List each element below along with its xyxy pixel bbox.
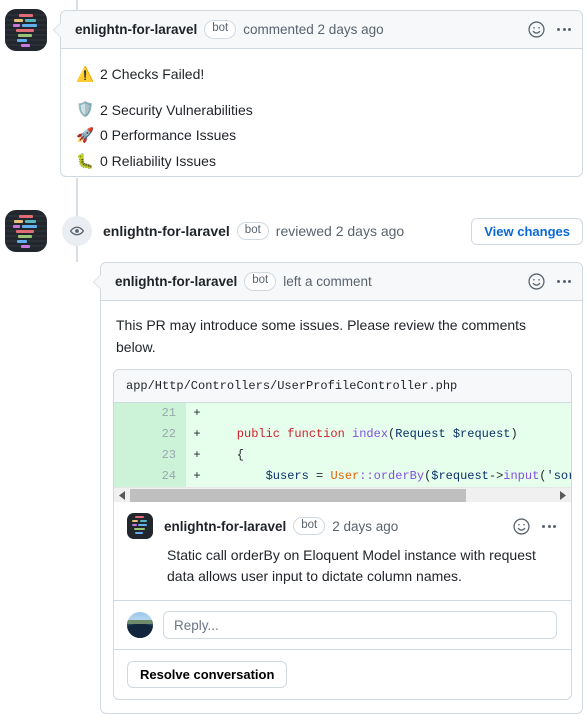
- diff-horizontal-scrollbar[interactable]: [114, 487, 571, 502]
- github-pr-conversation: enlightn-for-laravel bot commented 2 day…: [0, 0, 588, 726]
- checks-failed-text: 2 Checks Failed!: [100, 66, 205, 82]
- diff-line: 22 + public function index(Request $requ…: [114, 424, 571, 445]
- resolve-row: Resolve conversation: [114, 650, 571, 699]
- list-item: 🚀 0 Performance Issues: [76, 125, 567, 147]
- diff-line-sign: +: [193, 469, 201, 483]
- diff-line-number: 24: [114, 466, 186, 487]
- review-comment-action: left a comment: [283, 274, 372, 289]
- reliability-issues-text: 0 Reliability Issues: [100, 153, 216, 170]
- diff-line: 23 + {: [114, 445, 571, 466]
- review-comment-header-actions: [528, 273, 572, 290]
- kebab-menu-icon[interactable]: [541, 518, 557, 535]
- comment-header: enlightn-for-laravel bot commented 2 day…: [53, 11, 582, 49]
- diff-line-number: 21: [114, 403, 186, 424]
- inline-comment-author[interactable]: enlightn-for-laravel: [164, 519, 286, 534]
- scrollbar-track[interactable]: [130, 488, 555, 503]
- diff-line-sign: +: [193, 448, 201, 462]
- avatar-enlightn-bot-1[interactable]: [5, 9, 47, 51]
- diff-line-code: [208, 403, 571, 424]
- comment-header-actions: [528, 21, 572, 38]
- scrollbar-thumb[interactable]: [130, 488, 466, 502]
- review-comment-author[interactable]: enlightn-for-laravel: [115, 274, 237, 289]
- bot-badge: bot: [244, 272, 277, 291]
- list-item: 🛡️ 2 Security Vulnerabilities: [76, 100, 567, 122]
- resolve-conversation-button[interactable]: Resolve conversation: [127, 661, 288, 688]
- diff-line: 24 + $users = User::orderBy($request->in…: [114, 466, 571, 487]
- reply-row: [114, 601, 571, 650]
- inline-comment-actions: [513, 517, 557, 535]
- review-event-row: enlightn-for-laravel bot reviewed 2 days…: [62, 216, 583, 246]
- eye-icon: [62, 216, 92, 246]
- diff-line: 21 +: [114, 403, 571, 424]
- performance-issues-text: 0 Performance Issues: [100, 127, 237, 144]
- scroll-right-arrow-icon[interactable]: [555, 488, 571, 503]
- diff-line-number: 23: [114, 445, 186, 466]
- diff-thread: app/Http/Controllers/UserProfileControll…: [113, 369, 572, 700]
- security-vulnerabilities-text: 2 Security Vulnerabilities: [100, 101, 253, 118]
- diff-file-path[interactable]: app/Http/Controllers/UserProfileControll…: [114, 370, 571, 403]
- warning-emoji: ⚠️: [76, 66, 95, 83]
- diff-line-code: $users = User::orderBy($request->input('…: [208, 469, 571, 483]
- bug-emoji: 🐛: [76, 153, 95, 170]
- diff-line-code: public function index(Request $request): [208, 427, 518, 441]
- checks-list: 🛡️ 2 Security Vulnerabilities 🚀 0 Perfor…: [76, 100, 567, 173]
- view-changes-button[interactable]: View changes: [471, 217, 583, 245]
- checks-failed-headline: ⚠️ 2 Checks Failed!: [76, 64, 567, 86]
- inline-comment: enlightn-for-laravel bot 2 days ago Stat…: [114, 502, 571, 601]
- inline-comment-body: Static call orderBy on Eloquent Model in…: [167, 547, 536, 584]
- review-action-timestamp: reviewed 2 days ago: [275, 222, 405, 239]
- kebab-menu-icon[interactable]: [556, 21, 572, 38]
- review-comment-header: enlightn-for-laravel bot left a comment: [93, 263, 582, 301]
- list-item: 🐛 0 Reliability Issues: [76, 151, 567, 173]
- review-event-text: enlightn-for-laravel bot reviewed 2 days…: [103, 221, 405, 241]
- kebab-menu-icon[interactable]: [556, 273, 572, 290]
- shield-emoji: 🛡️: [76, 102, 95, 119]
- diff-line-code: {: [208, 448, 245, 462]
- review-author[interactable]: enlightn-for-laravel: [103, 223, 230, 239]
- avatar[interactable]: [127, 612, 153, 638]
- comment-body: ⚠️ 2 Checks Failed! 🛡️ 2 Security Vulner…: [61, 49, 582, 192]
- bot-badge: bot: [204, 20, 237, 39]
- inline-comment-timestamp: 2 days ago: [332, 518, 399, 534]
- smiley-icon[interactable]: [528, 273, 545, 290]
- bot-badge: bot: [236, 221, 269, 241]
- diff-line-sign: +: [193, 406, 201, 420]
- diff-line-sign: +: [193, 427, 201, 441]
- diff-line-number: 22: [114, 424, 186, 445]
- bot-badge: bot: [293, 516, 326, 536]
- smiley-icon[interactable]: [513, 517, 530, 535]
- reply-input[interactable]: [163, 611, 557, 639]
- comment-action-timestamp: commented 2 days ago: [243, 22, 384, 37]
- avatar-enlightn-bot-2[interactable]: [5, 210, 47, 252]
- review-comment-card: enlightn-for-laravel bot left a comment …: [93, 262, 583, 714]
- smiley-icon[interactable]: [528, 21, 545, 38]
- diff-lines: 21 + 22 + public function index(Request …: [114, 403, 571, 487]
- avatar-enlightn-bot-3[interactable]: [127, 513, 153, 539]
- inline-comment-header: enlightn-for-laravel bot 2 days ago: [127, 513, 557, 539]
- comment-card-checks: enlightn-for-laravel bot commented 2 day…: [53, 10, 583, 177]
- rocket-emoji: 🚀: [76, 127, 95, 144]
- comment-author[interactable]: enlightn-for-laravel: [75, 22, 197, 37]
- review-comment-body: This PR may introduce some issues. Pleas…: [101, 301, 582, 370]
- scroll-left-arrow-icon[interactable]: [114, 488, 130, 503]
- review-comment-text: This PR may introduce some issues. Pleas…: [116, 317, 527, 355]
